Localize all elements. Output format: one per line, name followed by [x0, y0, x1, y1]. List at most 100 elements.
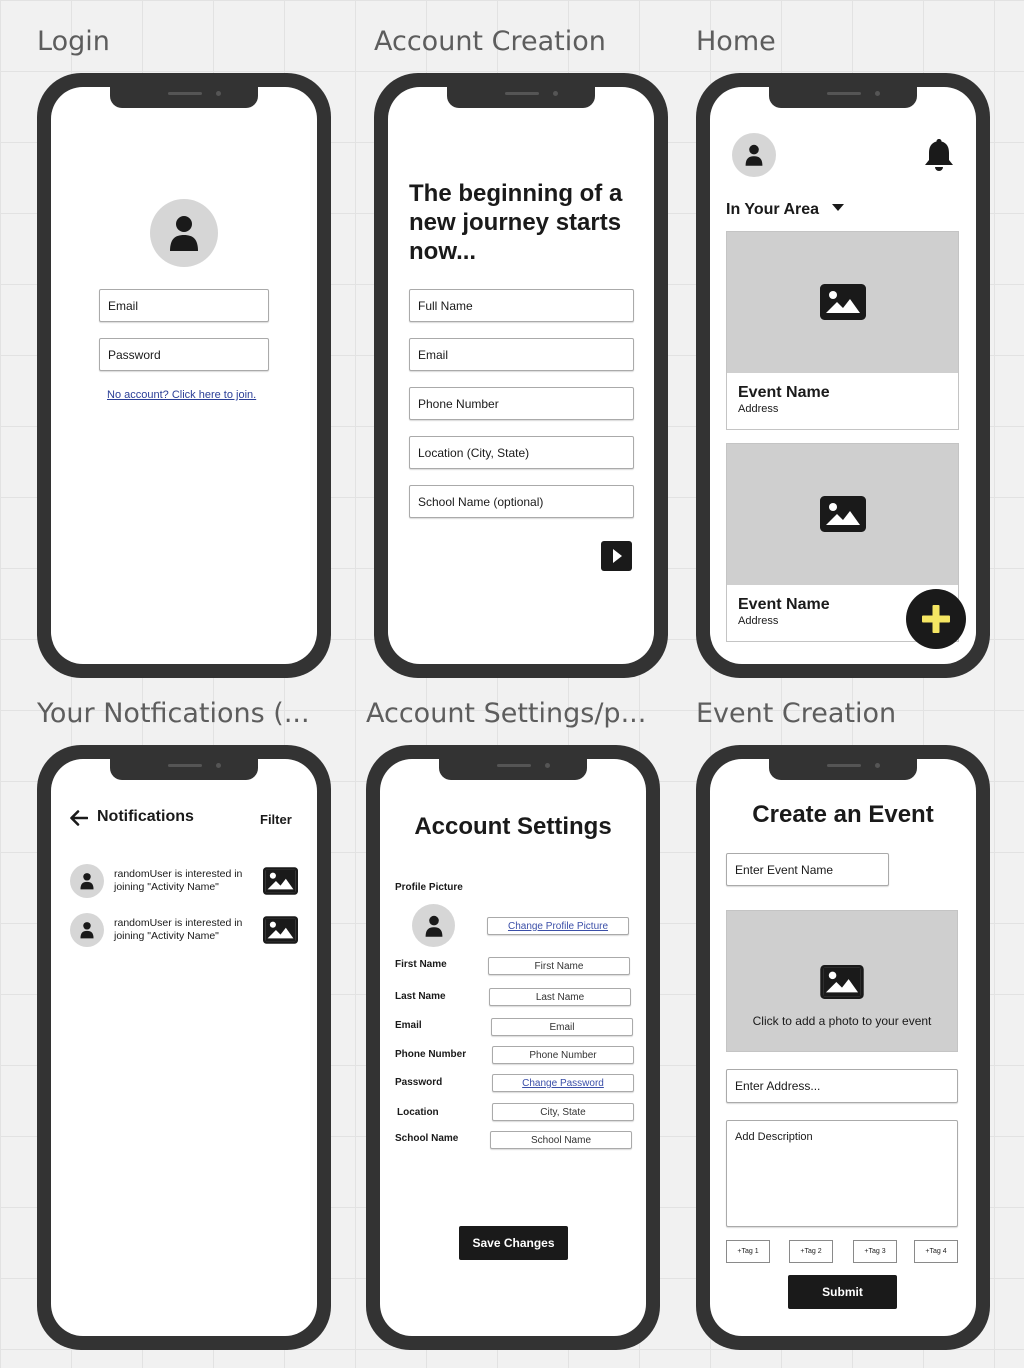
phone-notch [439, 759, 587, 780]
phone-notch [447, 87, 595, 108]
email-input[interactable]: Email [491, 1018, 633, 1036]
account-settings-title: Account Settings [414, 813, 612, 840]
phone-notch [769, 87, 917, 108]
home-screen: In Your Area Event Name Address Event Na… [710, 87, 976, 664]
frame-title-account-creation: Account Creation [374, 26, 606, 57]
user-avatar [70, 913, 104, 947]
event-description-input[interactable]: Add Description [726, 1120, 958, 1227]
tag-4-button[interactable]: +Tag 4 [914, 1240, 958, 1263]
school-name-value: School Name [530, 1134, 592, 1146]
location-value: City, State [540, 1106, 586, 1118]
profile-avatar [412, 904, 455, 947]
frame-title-home: Home [696, 26, 776, 57]
profile-avatar[interactable] [732, 133, 776, 177]
password-label: Password [395, 1077, 443, 1088]
back-arrow-icon[interactable] [70, 810, 88, 826]
last-name-input[interactable]: Last Name [489, 988, 631, 1006]
login-avatar [150, 199, 218, 267]
school-name-input[interactable]: School Name [490, 1131, 632, 1149]
tag-2-button[interactable]: +Tag 2 [789, 1240, 833, 1263]
phone-number-input[interactable]: Phone Number [492, 1046, 634, 1064]
submit-button[interactable]: Submit [788, 1275, 897, 1309]
email-value: Email [549, 1021, 575, 1033]
first-name-value: First Name [534, 960, 584, 972]
account-creation-heading: The beginning of a new journey starts no… [409, 180, 623, 265]
email-placeholder: Email [108, 298, 139, 313]
tag-3-button[interactable]: +Tag 3 [853, 1240, 897, 1263]
event-address-input[interactable]: Enter Address... [726, 1069, 958, 1103]
event-name: Event Name [738, 596, 830, 613]
event-image-placeholder [727, 232, 958, 373]
account-creation-screen: The beginning of a new journey starts no… [388, 87, 654, 664]
event-creation-screen: Create an Event Enter Event Name Click t… [710, 759, 976, 1336]
email-label: Email [395, 1020, 422, 1031]
save-changes-button[interactable]: Save Changes [459, 1226, 568, 1260]
area-filter-dropdown[interactable]: In Your Area [726, 201, 844, 219]
change-picture-link: Change Profile Picture [507, 920, 609, 932]
notification-text: randomUser is interested in joining "Act… [114, 868, 243, 893]
frame-title-account-settings: Account Settings/p... [366, 698, 647, 729]
notification-item[interactable]: randomUser is interested in joining "Act… [70, 913, 310, 949]
phone-account-settings: Account Settings Profile Picture Change … [366, 745, 660, 1350]
phone-login: Email Password No account? Click here to… [37, 73, 331, 678]
image-icon [820, 496, 866, 532]
user-icon [745, 144, 763, 166]
full-name-input[interactable]: Full Name [409, 289, 634, 322]
notifications-title: Notifications [97, 808, 194, 825]
first-name-label: First Name [395, 959, 447, 970]
phone-number-input[interactable]: Phone Number [409, 387, 634, 420]
school-name-input[interactable]: School Name (optional) [409, 485, 634, 518]
image-icon [263, 916, 298, 944]
filter-button[interactable]: Filter [260, 812, 292, 827]
phone-notifications: Notifications Filter randomUser is inter… [37, 745, 331, 1350]
phone-notch [110, 87, 258, 108]
change-picture-button[interactable]: Change Profile Picture [487, 917, 629, 935]
login-screen: Email Password No account? Click here to… [51, 87, 317, 664]
image-icon [820, 965, 864, 999]
notification-item[interactable]: randomUser is interested in joining "Act… [70, 864, 310, 900]
add-photo-area[interactable]: Click to add a photo to your event [726, 910, 958, 1052]
next-button[interactable] [601, 541, 632, 571]
notification-text: randomUser is interested in joining "Act… [114, 917, 243, 942]
location-input[interactable]: City, State [492, 1103, 634, 1121]
password-placeholder: Password [108, 347, 161, 362]
phone-home: In Your Area Event Name Address Event Na… [696, 73, 990, 678]
email-placeholder: Email [418, 347, 449, 362]
add-event-button[interactable] [906, 589, 966, 649]
event-image-placeholder [727, 444, 958, 585]
phone-notch [110, 759, 258, 780]
user-icon [170, 216, 198, 251]
frame-title-event-creation: Event Creation [696, 698, 897, 729]
user-icon [80, 922, 94, 939]
frame-title-notifications: Your Notfications (... [37, 698, 310, 729]
change-password-link: Change Password [522, 1077, 604, 1089]
event-card[interactable]: Event Name Address [726, 231, 959, 430]
caret-down-icon [831, 204, 844, 212]
profile-picture-label: Profile Picture [395, 882, 463, 893]
login-email-input[interactable]: Email [99, 289, 269, 322]
last-name-value: Last Name [535, 991, 585, 1003]
join-link[interactable]: No account? Click here to join. [107, 389, 256, 401]
phone-account-creation: The beginning of a new journey starts no… [374, 73, 668, 678]
event-name-input[interactable]: Enter Event Name [726, 853, 889, 886]
frame-title-login: Login [37, 26, 110, 57]
phone-number-label: Phone Number [395, 1049, 467, 1060]
phone-number-placeholder: Phone Number [418, 396, 499, 411]
event-name-placeholder: Enter Event Name [735, 862, 834, 877]
email-input[interactable]: Email [409, 338, 634, 371]
address-placeholder: Enter Address... [735, 1079, 821, 1093]
phone-event-creation: Create an Event Enter Event Name Click t… [696, 745, 990, 1350]
first-name-input[interactable]: First Name [488, 957, 630, 975]
user-icon [80, 873, 94, 890]
change-password-button[interactable]: Change Password [492, 1074, 634, 1092]
description-placeholder: Add Description [735, 1131, 813, 1143]
school-name-label: School Name [395, 1133, 459, 1144]
image-icon [820, 284, 866, 320]
add-photo-prompt: Click to add a photo to your event [752, 1014, 932, 1028]
bell-icon[interactable] [923, 137, 955, 173]
tag-1-button[interactable]: +Tag 1 [726, 1240, 770, 1263]
play-icon [613, 549, 622, 563]
location-input[interactable]: Location (City, State) [409, 436, 634, 469]
notifications-screen: Notifications Filter randomUser is inter… [51, 759, 317, 1336]
login-password-input[interactable]: Password [99, 338, 269, 371]
